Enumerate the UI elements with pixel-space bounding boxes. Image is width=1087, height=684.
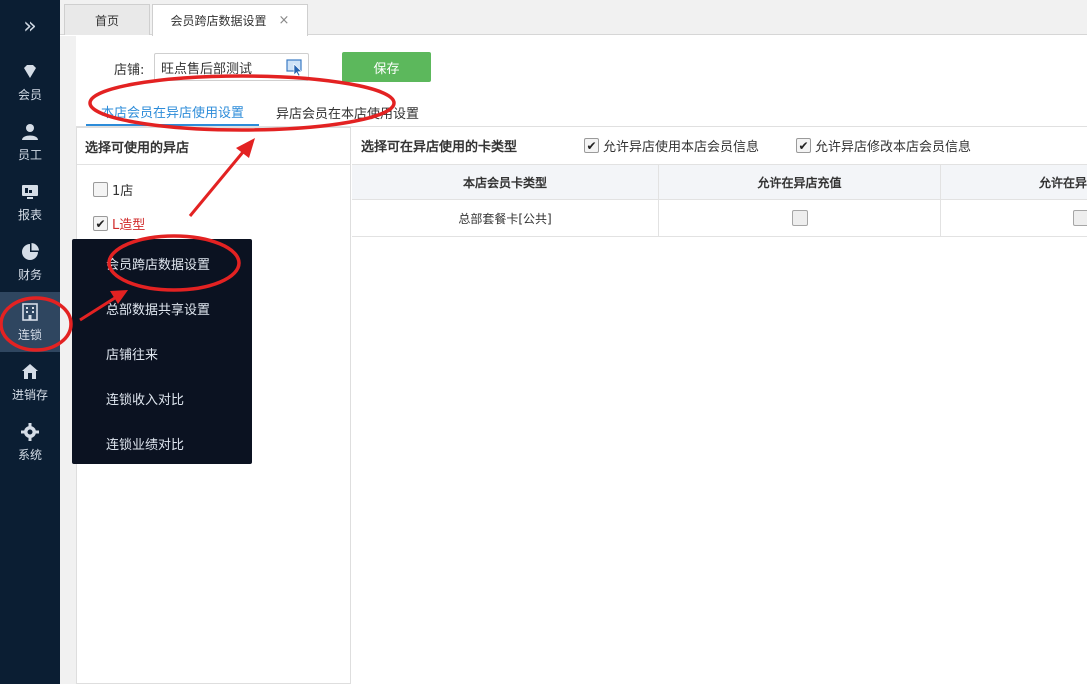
checkbox[interactable] [93,182,108,197]
tab-other-member-in-local-store[interactable]: 异店会员在本店使用设置 [276,98,419,126]
save-button[interactable]: 保存 [342,52,431,82]
tab-home[interactable]: 首页 [64,4,150,35]
table-row: 总部套餐卡[公共] [352,200,1087,237]
column-header: 允许在异 [1039,175,1087,190]
sidebar-item-chain[interactable]: 连锁 [0,292,60,352]
column-header: 本店会员卡类型 [352,165,659,199]
store-name: L造型 [112,218,146,233]
checkbox-checked[interactable] [584,138,599,153]
sidebar-item-label: 进销存 [11,387,48,402]
gear-icon [21,422,39,441]
sidebar-item-report[interactable]: 报表 [0,172,60,232]
sidebar-item-inventory[interactable]: 进销存 [0,352,60,412]
sidebar-item-label: 员工 [17,147,42,162]
option-allow-edit-info[interactable]: 允许异店修改本店会员信息 [796,136,971,155]
tab-bar: 首页 会员跨店数据设置 × [60,0,1087,36]
menu-item-chain-income-compare[interactable]: 连锁收入对比 [106,389,184,408]
panel-title: 选择可在异店使用的卡类型 [361,140,518,155]
sidebar-item-staff[interactable]: 员工 [0,112,60,172]
sidebar-item-label: 连锁 [17,327,42,342]
checkbox-checked[interactable] [796,138,811,153]
select-pointer-icon[interactable] [286,58,304,76]
store-name: 1店 [112,184,134,199]
store-label: 店铺: [114,63,145,78]
pie-chart-icon [22,242,39,260]
sidebar-item-label: 财务 [17,267,42,282]
sidebar-item-label: 系统 [17,447,42,462]
menu-item-cross-store-data[interactable]: 会员跨店数据设置 [106,254,210,273]
panel-title: 选择可使用的异店 [77,128,350,165]
menu-item-hq-data-share[interactable]: 总部数据共享设置 [106,299,210,318]
menu-item-chain-performance-compare[interactable]: 连锁业绩对比 [106,434,184,453]
sidebar-item-label: 报表 [17,207,42,222]
close-icon[interactable]: × [279,13,290,28]
checkbox[interactable] [1073,210,1087,226]
option-allow-use-info[interactable]: 允许异店使用本店会员信息 [584,136,759,155]
building-icon [22,302,38,321]
user-icon [22,123,38,140]
diamond-icon [24,64,36,78]
option-label: 允许异店修改本店会员信息 [815,140,972,155]
recharge-cell [659,200,941,236]
sidebar-item-system[interactable]: 系统 [0,412,60,472]
tab-member-cross-store[interactable]: 会员跨店数据设置 × [152,4,308,36]
checkbox[interactable] [791,210,808,226]
chain-flyout-menu: 会员跨店数据设置 总部数据共享设置 店铺往来 连锁收入对比 连锁业绩对比 [72,239,252,464]
tab-label: 首页 [94,13,119,28]
card-type-panel-header: 选择可在异店使用的卡类型 允许异店使用本店会员信息 允许异店修改本店会员信息 [352,127,1087,164]
other-cell [941,200,1087,236]
store-option[interactable]: L造型 [93,214,145,233]
store-value: 旺点售后部测试 [161,61,253,77]
card-type-table: 本店会员卡类型 允许在异店充值 允许在异 总部套餐卡[公共] [352,164,1087,237]
option-label: 允许异店使用本店会员信息 [603,140,760,155]
monitor-icon [22,184,38,199]
house-icon [22,363,38,379]
menu-item-store-transactions[interactable]: 店铺往来 [106,344,158,363]
column-header: 允许在异店充值 [659,165,941,199]
tab-local-member-in-other-store[interactable]: 本店会员在异店使用设置 [86,98,259,126]
checkbox-checked[interactable] [93,216,108,231]
table-header: 本店会员卡类型 允许在异店充值 允许在异 [352,164,1087,200]
tab-label: 会员跨店数据设置 [170,14,267,28]
store-option[interactable]: 1店 [93,180,133,199]
sidebar: » 会员 员工 报表 财务 连锁 进销存 系统 [0,0,60,684]
double-chevron-right-icon[interactable]: » [0,0,60,52]
sidebar-item-finance[interactable]: 财务 [0,232,60,292]
card-type-cell: 总部套餐卡[公共] [352,200,659,236]
sidebar-item-member[interactable]: 会员 [0,52,60,112]
store-field[interactable]: 旺点售后部测试 [154,53,309,81]
sidebar-item-label: 会员 [17,87,42,102]
